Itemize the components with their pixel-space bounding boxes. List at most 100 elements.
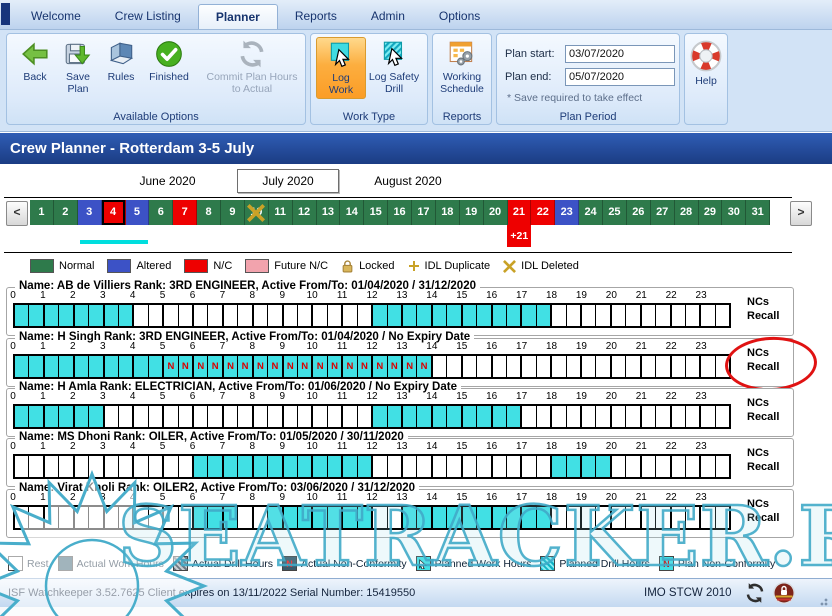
sync-status-icon[interactable] bbox=[744, 582, 766, 604]
save-plan-button[interactable]: Save Plan bbox=[57, 39, 99, 95]
day-cell-2[interactable]: 2 bbox=[54, 200, 78, 225]
halfhour-cell[interactable] bbox=[596, 356, 611, 377]
halfhour-cell[interactable]: N bbox=[358, 356, 373, 377]
halfhour-cell[interactable] bbox=[417, 507, 432, 528]
halfhour-cell[interactable] bbox=[134, 456, 148, 477]
halfhour-cell[interactable]: N bbox=[328, 356, 343, 377]
halfhour-cell[interactable] bbox=[447, 305, 462, 326]
halfhour-cell[interactable]: N bbox=[417, 356, 432, 377]
halfhour-cell[interactable] bbox=[493, 507, 507, 528]
halfhour-cell[interactable] bbox=[164, 507, 178, 528]
recall-link[interactable]: Recall bbox=[747, 410, 779, 424]
halfhour-cell[interactable] bbox=[179, 305, 194, 326]
plan-end-input[interactable] bbox=[565, 68, 675, 86]
halfhour-cell[interactable]: N bbox=[284, 356, 298, 377]
halfhour-cell[interactable] bbox=[567, 356, 582, 377]
halfhour-cell[interactable] bbox=[358, 507, 373, 528]
halfhour-cell[interactable] bbox=[522, 406, 536, 427]
recall-link[interactable]: Recall bbox=[747, 511, 779, 525]
halfhour-cell[interactable] bbox=[358, 305, 373, 326]
halfhour-cell[interactable] bbox=[507, 305, 522, 326]
ncs-link[interactable]: NCs bbox=[747, 295, 779, 309]
halfhour-cell[interactable] bbox=[328, 456, 343, 477]
halfhour-cell[interactable]: N bbox=[343, 356, 357, 377]
halfhour-cell[interactable] bbox=[358, 456, 373, 477]
halfhour-cell[interactable] bbox=[626, 507, 641, 528]
halfhour-cell[interactable] bbox=[15, 406, 29, 427]
day-cell-14[interactable]: 14 bbox=[340, 200, 364, 225]
halfhour-cell[interactable] bbox=[582, 507, 596, 528]
day-cell-17[interactable]: 17 bbox=[412, 200, 436, 225]
halfhour-cell[interactable] bbox=[716, 305, 729, 326]
halfhour-cell[interactable] bbox=[403, 456, 417, 477]
halfhour-cell[interactable] bbox=[298, 507, 313, 528]
halfhour-cell[interactable] bbox=[716, 456, 729, 477]
halfhour-cell[interactable] bbox=[522, 456, 536, 477]
halfhour-cell[interactable] bbox=[59, 406, 74, 427]
halfhour-cell[interactable] bbox=[313, 507, 327, 528]
halfhour-cell[interactable] bbox=[194, 305, 208, 326]
halfhour-cell[interactable] bbox=[388, 507, 403, 528]
halfhour-cell[interactable] bbox=[537, 406, 552, 427]
ncs-link[interactable]: NCs bbox=[747, 446, 779, 460]
halfhour-cell[interactable] bbox=[75, 406, 89, 427]
halfhour-cell[interactable] bbox=[493, 406, 507, 427]
halfhour-cell[interactable] bbox=[179, 406, 194, 427]
halfhour-cell[interactable] bbox=[268, 305, 283, 326]
halfhour-cell[interactable] bbox=[537, 456, 552, 477]
halfhour-cell[interactable] bbox=[15, 507, 29, 528]
halfhour-cell[interactable] bbox=[45, 356, 59, 377]
halfhour-cell[interactable] bbox=[612, 356, 626, 377]
day-cell-7[interactable]: 7 bbox=[173, 200, 197, 225]
day-cell-11[interactable]: 11 bbox=[269, 200, 293, 225]
halfhour-cell[interactable] bbox=[179, 456, 194, 477]
halfhour-cell[interactable] bbox=[642, 305, 656, 326]
next-month-button[interactable]: > bbox=[790, 201, 812, 226]
day-cell-18[interactable]: 18 bbox=[436, 200, 460, 225]
back-button[interactable]: Back bbox=[15, 39, 55, 83]
halfhour-cell[interactable] bbox=[686, 356, 701, 377]
halfhour-cell[interactable] bbox=[463, 507, 477, 528]
halfhour-cell[interactable] bbox=[105, 356, 119, 377]
halfhour-cell[interactable] bbox=[493, 456, 507, 477]
halfhour-cell[interactable] bbox=[194, 406, 208, 427]
halfhour-cell[interactable] bbox=[477, 507, 492, 528]
halfhour-cell[interactable] bbox=[75, 456, 89, 477]
halfhour-cell[interactable] bbox=[164, 305, 178, 326]
halfhour-cell[interactable] bbox=[105, 305, 119, 326]
halfhour-cell[interactable] bbox=[29, 305, 44, 326]
halfhour-cell[interactable] bbox=[254, 507, 268, 528]
halfhour-cell[interactable] bbox=[119, 356, 134, 377]
halfhour-cell[interactable] bbox=[701, 507, 715, 528]
halfhour-cell[interactable] bbox=[582, 305, 596, 326]
halfhour-cell[interactable]: N bbox=[268, 356, 283, 377]
halfhour-cell[interactable] bbox=[89, 305, 104, 326]
halfhour-cell[interactable] bbox=[596, 406, 611, 427]
halfhour-cell[interactable] bbox=[567, 406, 582, 427]
halfhour-cell[interactable] bbox=[134, 507, 148, 528]
halfhour-cell[interactable] bbox=[134, 305, 148, 326]
halfhour-cell[interactable] bbox=[373, 305, 387, 326]
halfhour-cell[interactable] bbox=[612, 305, 626, 326]
halfhour-cell[interactable] bbox=[388, 305, 403, 326]
halfhour-cell[interactable] bbox=[463, 456, 477, 477]
halfhour-cell[interactable] bbox=[224, 406, 238, 427]
halfhour-cell[interactable] bbox=[433, 456, 447, 477]
recall-link[interactable]: Recall bbox=[747, 309, 779, 323]
halfhour-cell[interactable] bbox=[477, 305, 492, 326]
halfhour-cell[interactable] bbox=[15, 305, 29, 326]
halfhour-cell[interactable] bbox=[343, 507, 357, 528]
halfhour-cell[interactable] bbox=[716, 406, 729, 427]
halfhour-cell[interactable]: N bbox=[388, 356, 403, 377]
working-schedule-button[interactable]: Working Schedule bbox=[434, 39, 490, 95]
day-cell-31[interactable]: 31 bbox=[746, 200, 770, 225]
halfhour-cell[interactable] bbox=[238, 507, 253, 528]
halfhour-cell[interactable] bbox=[388, 456, 403, 477]
halfhour-cell[interactable] bbox=[75, 507, 89, 528]
halfhour-cell[interactable] bbox=[433, 305, 447, 326]
halfhour-cell[interactable] bbox=[403, 507, 417, 528]
halfhour-cell[interactable] bbox=[447, 356, 462, 377]
halfhour-cell[interactable] bbox=[343, 305, 357, 326]
recall-link[interactable]: Recall bbox=[747, 360, 779, 374]
halfhour-cell[interactable] bbox=[552, 356, 566, 377]
